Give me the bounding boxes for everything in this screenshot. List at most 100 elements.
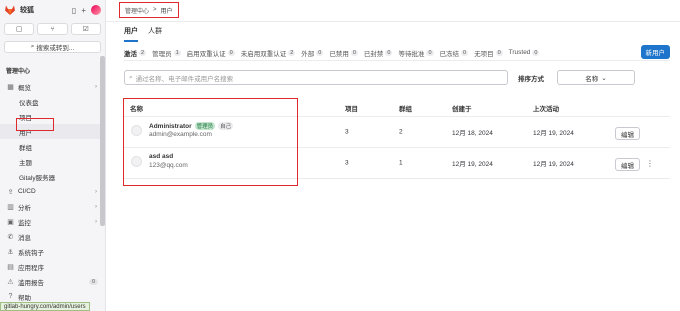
sidebar-item[interactable]: ✆ 消息	[0, 229, 105, 244]
filter-tab[interactable]: 未启用双重认证 2	[241, 48, 296, 58]
edit-button[interactable]: 编辑	[615, 127, 640, 140]
breadcrumb-current: 用户	[160, 8, 173, 15]
sidebar-item[interactable]: 项目	[0, 109, 105, 124]
plus-icon[interactable]: +	[81, 6, 86, 15]
user-avatar[interactable]	[131, 156, 142, 167]
filter-tab[interactable]: 启用双重认证 0	[187, 48, 235, 58]
sidebar-item[interactable]: 群组	[0, 139, 105, 154]
user-name[interactable]: asd asd	[149, 153, 173, 160]
sidebar-item[interactable]: ▤ 应用程序	[0, 259, 105, 274]
todo-icon: ☑	[82, 26, 89, 33]
filter-bar: 激活 2 管理员 1 启用双重认证 0 未启用双重认证 2 外部 0 已禁用 0 已封禁 0 等待批准 0 已冻…	[124, 45, 670, 61]
tab-users[interactable]: 用户	[124, 26, 138, 42]
filter-tab[interactable]: Trusted 0	[509, 49, 540, 56]
user-avatar[interactable]	[131, 125, 142, 136]
sidebar-item[interactable]: ▦ 概览 ›	[0, 79, 105, 94]
more-actions-icon[interactable]: ⋮	[646, 159, 654, 168]
sidebar: 较狐 ▯ + ▢ ⑂ ☑ ⌕ 搜索或转到... 管理中心 ▦ 概览 › 仪表盘 项目 用户…	[0, 0, 106, 311]
search-row: ⌕ 通过名称、电子邮件或用户名搜索 排序方式 名称 ⌄	[124, 70, 670, 85]
self-badge: 自己	[218, 122, 234, 130]
sidebar-item-label: 仪表盘	[19, 99, 39, 107]
sort-value: 名称	[585, 75, 599, 83]
filter-count-badge: 2	[139, 49, 147, 56]
sort-label: 排序方式	[518, 75, 544, 83]
filter-label: 激活	[124, 50, 137, 58]
sidebar-item[interactable]: 仪表盘	[0, 94, 105, 109]
user-projects: 3	[345, 159, 349, 167]
header-created[interactable]: 创建于	[452, 103, 472, 113]
filter-count-badge: 0	[426, 49, 434, 56]
filter-tab[interactable]: 已封禁 0	[364, 48, 393, 58]
filter-count-badge: 0	[532, 49, 540, 56]
sidebar-item[interactable]: 用户	[0, 124, 105, 139]
user-groups: 1	[399, 159, 403, 167]
sidebar-item[interactable]: ▥ 分析 ›	[0, 199, 105, 214]
user-groups: 2	[399, 128, 403, 136]
brand-name: 较狐	[20, 7, 34, 14]
search-icon: ⌕	[30, 43, 35, 50]
filter-count-badge: 0	[316, 49, 324, 56]
user-email: admin@example.com	[149, 131, 212, 138]
filter-label: 外部	[301, 50, 315, 58]
edit-button[interactable]: 编辑	[615, 158, 640, 171]
header-last-activity[interactable]: 上次活动	[533, 103, 559, 113]
header-groups[interactable]: 群组	[399, 103, 412, 113]
sidebar-item-label: 项目	[19, 114, 32, 122]
filter-count-badge: 0	[350, 49, 358, 56]
filter-tab[interactable]: 激活 2	[124, 48, 147, 58]
sidebar-item-label: 消息	[18, 234, 31, 242]
new-user-button[interactable]: 新用户	[640, 45, 670, 59]
sidebar-item-label: Gitaly服务器	[19, 174, 56, 182]
filter-tab[interactable]: 管理员 1	[152, 48, 181, 58]
admin-badge: 管理员	[194, 122, 216, 130]
sidebar-toggle-icon[interactable]: ▯	[72, 6, 76, 15]
sidebar-item-label: 用户	[19, 129, 32, 137]
header-projects[interactable]: 项目	[345, 103, 358, 113]
fox-logo-icon[interactable]	[4, 4, 16, 16]
filter-count-badge: 2	[288, 49, 296, 56]
search-button[interactable]: ⌕ 搜索或转到...	[4, 41, 101, 53]
users-table: 名称 项目 群组 创建于 上次活动 Administrator 管理员 自己 a…	[124, 99, 670, 179]
sidebar-item[interactable]: ▣ 监控 ›	[0, 214, 105, 229]
user-last-activity: 12月 19, 2024	[533, 161, 574, 168]
sidebar-top: 较狐 ▯ +	[0, 0, 105, 20]
filter-tab[interactable]: 已禁用 0	[329, 48, 358, 58]
warning-icon: ⚠	[7, 278, 14, 286]
merge-requests-button[interactable]: ⑂	[37, 23, 68, 35]
filter-label: 已冻结	[439, 50, 460, 58]
hook-icon: ⚓	[7, 248, 14, 256]
filter-count-badge: 0	[495, 49, 503, 56]
sidebar-item[interactable]: ⇪ CI/CD ›	[0, 184, 105, 199]
sidebar-item[interactable]: ⚓ 系统钩子	[0, 244, 105, 259]
sort-dropdown[interactable]: 名称 ⌄	[557, 70, 635, 85]
sidebar-item[interactable]: Gitaly服务器	[0, 169, 105, 184]
user-name[interactable]: Administrator	[149, 123, 192, 130]
filter-label: 等待批准	[398, 50, 425, 58]
filter-tab[interactable]: 无项目 0	[474, 48, 503, 58]
breadcrumb: 管理中心 > 用户	[119, 2, 179, 18]
sidebar-item[interactable]: ⚠ 滥用报告 0	[0, 274, 105, 289]
issues-icon: ▢	[15, 26, 23, 33]
filter-count-badge: 1	[173, 49, 181, 56]
search-placeholder: 通过名称、电子邮件或用户名搜索	[135, 75, 234, 83]
sidebar-item[interactable]: 主题	[0, 154, 105, 169]
avatar[interactable]	[91, 5, 101, 15]
tab-bar: 用户 人群	[124, 26, 162, 42]
header-name[interactable]: 名称	[130, 103, 143, 113]
tab-cohorts[interactable]: 人群	[148, 26, 162, 42]
bullhorn-icon: ✆	[7, 233, 14, 241]
grid-icon: ▦	[7, 83, 14, 91]
breadcrumb-parent[interactable]: 管理中心	[125, 6, 149, 15]
issues-button[interactable]: ▢	[4, 23, 35, 35]
search-button-label: 搜索或转到...	[36, 45, 75, 52]
user-search-input[interactable]: ⌕ 通过名称、电子邮件或用户名搜索	[124, 70, 508, 85]
filter-tab[interactable]: 等待批准 0	[398, 48, 434, 58]
sidebar-item-label: CI/CD	[18, 188, 36, 195]
todos-button[interactable]: ☑	[70, 23, 101, 35]
user-email: 123@qq.com	[149, 162, 188, 169]
filter-label: Trusted	[508, 49, 531, 56]
monitor-icon: ▣	[7, 218, 14, 226]
sidebar-scrollbar[interactable]	[100, 56, 105, 226]
filter-tab[interactable]: 已冻结 0	[440, 48, 469, 58]
filter-tab[interactable]: 外部 0	[301, 48, 324, 58]
